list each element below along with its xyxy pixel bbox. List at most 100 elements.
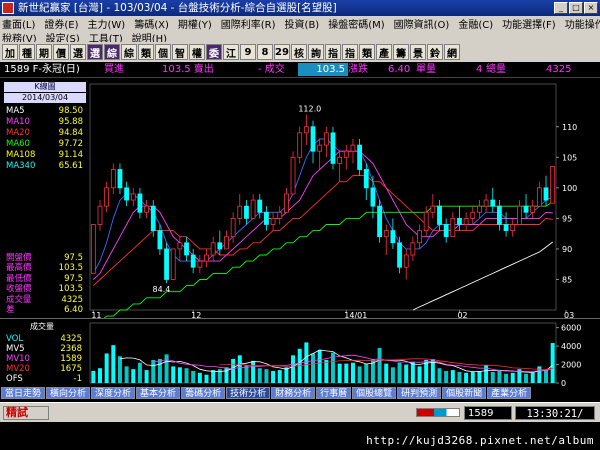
toolbar-button-1[interactable]: 種 bbox=[19, 44, 35, 60]
toolbar-button-25[interactable]: 鈴 bbox=[427, 44, 443, 60]
menu-item-5[interactable]: 國際利率(R) bbox=[221, 16, 276, 31]
toolbar-button-5[interactable]: 選 bbox=[87, 44, 103, 60]
toolbar-button-10[interactable]: 智 bbox=[172, 44, 188, 60]
toolbar-button-6[interactable]: 綜 bbox=[104, 44, 120, 60]
volume-bar bbox=[257, 368, 262, 383]
toolbar-button-18[interactable]: 詢 bbox=[308, 44, 324, 60]
candle-up bbox=[170, 248, 176, 280]
toolbar-button-19[interactable]: 指 bbox=[325, 44, 341, 60]
volume-chart-pane[interactable]: 0 2000 4000 6000 成交量 VOL 4325 MV5 2368 MV10 1589 MV… bbox=[0, 318, 600, 388]
tab-5[interactable]: 技術分析 bbox=[226, 387, 271, 399]
price-label: 成交量 bbox=[6, 294, 32, 305]
candle-up bbox=[197, 260, 203, 268]
price-chart[interactable]: 85 90 95 100 105 110 11 12 14/01 02 03 112.0 84.4 bbox=[0, 78, 600, 323]
toolbar-button-13[interactable]: 江 bbox=[223, 44, 239, 60]
toolbar-button-24[interactable]: 景 bbox=[410, 44, 426, 60]
candle-up bbox=[250, 199, 256, 219]
ma-label: MA20 bbox=[6, 128, 30, 138]
ma-value: 65.61 bbox=[58, 161, 83, 171]
menu-item-6[interactable]: 投資(B) bbox=[285, 16, 320, 31]
close-button[interactable]: × bbox=[584, 2, 598, 14]
maximize-button[interactable]: □ bbox=[569, 2, 583, 14]
toolbar-button-15[interactable]: 8 bbox=[257, 44, 273, 60]
candle-down bbox=[184, 242, 189, 256]
toolbar-button-11[interactable]: 權 bbox=[189, 44, 205, 60]
candle-down bbox=[357, 144, 363, 170]
toolbar-button-7[interactable]: 綜 bbox=[121, 44, 137, 60]
price-row-4: 成交量 4325 bbox=[6, 295, 86, 306]
menu-item-1[interactable]: 證券(E) bbox=[44, 16, 78, 31]
volume-bar bbox=[504, 373, 509, 383]
menu-item-3[interactable]: 籌碼(X) bbox=[134, 16, 169, 31]
candle-down bbox=[490, 199, 496, 207]
volume-bar bbox=[397, 362, 402, 383]
change-label: - 成交 bbox=[258, 64, 285, 75]
tab-11[interactable]: 產業分析 bbox=[487, 387, 532, 399]
toolbar-button-20[interactable]: 指 bbox=[342, 44, 358, 60]
tab-9[interactable]: 研判預測 bbox=[397, 387, 442, 399]
tab-4[interactable]: 籌碼分析 bbox=[181, 387, 226, 399]
volume-bar bbox=[337, 363, 342, 383]
window-title: 新世紀贏家 [台灣] - 103/03/04 - 台盤技術分析-綜合自選股[名望… bbox=[18, 2, 337, 14]
volume-bar bbox=[244, 365, 249, 383]
toolbar-button-21[interactable]: 類 bbox=[359, 44, 375, 60]
toolbar-button-12[interactable]: 委 bbox=[206, 44, 222, 60]
tab-3[interactable]: 基本分析 bbox=[136, 387, 181, 399]
toolbar-button-3[interactable]: 價 bbox=[53, 44, 69, 60]
tab-2[interactable]: 深度分析 bbox=[91, 387, 136, 399]
tab-8[interactable]: 個股總覽 bbox=[352, 387, 397, 399]
minimize-button[interactable]: _ bbox=[554, 2, 568, 14]
toolbar-button-17[interactable]: 核 bbox=[291, 44, 307, 60]
menu-item-10[interactable]: 功能選擇(F) bbox=[502, 16, 556, 31]
vol-legend-name: MV5 bbox=[6, 344, 25, 354]
menu-item-0[interactable]: 畫面(L) bbox=[2, 16, 35, 31]
ma-value: 97.72 bbox=[58, 139, 83, 149]
candle-up bbox=[104, 187, 110, 207]
volume-bar bbox=[224, 367, 229, 383]
toolbar-button-2[interactable]: 期 bbox=[36, 44, 52, 60]
menu-item-9[interactable]: 金融(C) bbox=[458, 16, 493, 31]
toolbar-button-8[interactable]: 類 bbox=[138, 44, 154, 60]
volume-bar bbox=[490, 371, 495, 383]
ma-label: MA10 bbox=[6, 117, 30, 127]
menu-item-2[interactable]: 主力(W) bbox=[88, 16, 126, 31]
candle-up bbox=[403, 254, 409, 268]
menu-item-7[interactable]: 操盤密碼(M) bbox=[328, 16, 384, 31]
menu-item-8[interactable]: 國際資訊(O) bbox=[394, 16, 450, 31]
tab-10[interactable]: 個股新聞 bbox=[442, 387, 487, 399]
toolbar-button-9[interactable]: 個 bbox=[155, 44, 171, 60]
candle-down bbox=[370, 187, 376, 207]
volume-bar bbox=[524, 373, 529, 383]
window-controls: _ □ × bbox=[554, 2, 598, 14]
toolbar-button-22[interactable]: 產 bbox=[376, 44, 392, 60]
volume-bar bbox=[417, 366, 422, 383]
toolbar-button-0[interactable]: 加 bbox=[2, 44, 18, 60]
status-stock-code[interactable]: 1589 bbox=[464, 406, 512, 420]
toolbar-button-26[interactable]: 網 bbox=[444, 44, 460, 60]
candle-down bbox=[117, 169, 123, 189]
volume-bar bbox=[510, 372, 515, 383]
volume-bar bbox=[384, 363, 389, 383]
price-chart-pane[interactable]: 85 90 95 100 105 110 11 12 14/01 02 03 112.0 84.4 bbox=[0, 77, 600, 323]
menu-item-4[interactable]: 期權(Y) bbox=[178, 16, 212, 31]
volume-bar bbox=[124, 366, 129, 383]
tab-6[interactable]: 財務分析 bbox=[271, 387, 316, 399]
menu-item-11[interactable]: 功能操作(P) bbox=[565, 16, 600, 31]
volume-bar bbox=[204, 374, 209, 383]
toolbar-button-4[interactable]: 選 bbox=[70, 44, 86, 60]
volume-bar bbox=[477, 371, 482, 383]
toolbar-button-16[interactable]: 29 bbox=[274, 44, 290, 60]
change-text: 漲跌 bbox=[348, 64, 368, 75]
toolbar-button-14[interactable]: 9 bbox=[240, 44, 256, 60]
toolbar-button-23[interactable]: 籌 bbox=[393, 44, 409, 60]
tab-7[interactable]: 行事曆 bbox=[316, 387, 352, 399]
candle-up bbox=[317, 144, 323, 152]
volume-bar bbox=[497, 371, 502, 383]
ma-label: MA60 bbox=[6, 139, 30, 149]
volume-chart[interactable]: 0 2000 4000 6000 成交量 VOL 4325 MV5 2368 MV10 1589 MV… bbox=[0, 319, 600, 388]
tab-1[interactable]: 橫向分析 bbox=[46, 387, 91, 399]
candle-down bbox=[503, 224, 509, 231]
vol-y-tick-label: 0 bbox=[561, 379, 566, 387]
candle-up bbox=[130, 193, 136, 201]
tab-0[interactable]: 當日走勢 bbox=[1, 387, 46, 399]
